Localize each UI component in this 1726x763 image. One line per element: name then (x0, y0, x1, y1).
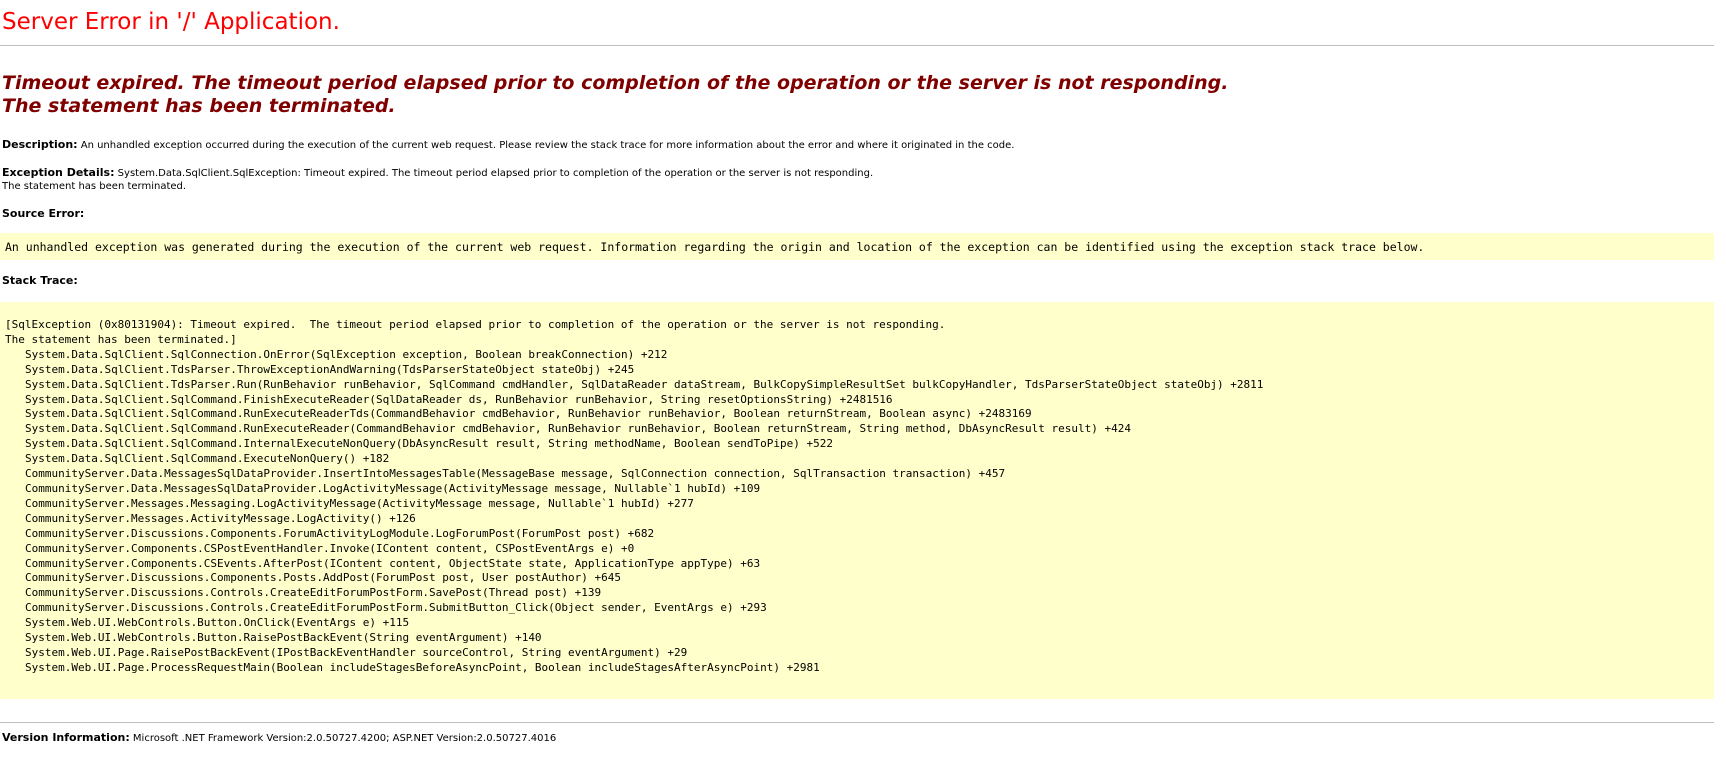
stack-frame: System.Data.SqlClient.SqlCommand.FinishE… (25, 392, 893, 406)
version-information-label: Version Information: (2, 731, 130, 744)
stack-trace-text: [SqlException (0x80131904): Timeout expi… (0, 302, 1714, 676)
source-error-section: Source Error: (2, 207, 84, 221)
source-error-box: An unhandled exception was generated dur… (0, 233, 1714, 260)
stack-frame: CommunityServer.Components.CSEvents.Afte… (25, 556, 761, 570)
description-text: An unhandled exception occurred during t… (80, 140, 1015, 151)
exception-details-section: Exception Details: System.Data.SqlClient… (2, 166, 873, 193)
version-information: Version Information: Microsoft .NET Fram… (2, 731, 556, 745)
exception-details-text: System.Data.SqlClient.SqlException: Time… (117, 168, 874, 179)
stack-frame: CommunityServer.Components.CSPostEventHa… (25, 541, 635, 555)
version-divider (0, 722, 1714, 723)
stack-trace-box: [SqlException (0x80131904): Timeout expi… (0, 302, 1714, 699)
stack-frame: System.Web.UI.WebControls.Button.RaisePo… (25, 631, 542, 645)
stack-frame: System.Data.SqlClient.SqlCommand.Execute… (25, 452, 390, 466)
error-message-line-2: The statement has been terminated. (2, 95, 396, 117)
page-title: Server Error in '/' Application. (2, 9, 340, 35)
source-error-text: An unhandled exception was generated dur… (5, 240, 1425, 254)
stack-frame: CommunityServer.Discussions.Components.P… (25, 571, 622, 585)
stack-frame: System.Data.SqlClient.TdsParser.Run(RunB… (25, 377, 1264, 391)
stack-frame: System.Data.SqlClient.SqlConnection.OnEr… (25, 347, 668, 361)
stack-frame: CommunityServer.Discussions.Controls.Cre… (25, 601, 767, 615)
title-divider (0, 45, 1714, 46)
stack-frame: CommunityServer.Data.MessagesSqlDataProv… (25, 481, 761, 495)
stack-frame: CommunityServer.Data.MessagesSqlDataProv… (25, 467, 1006, 481)
description-label: Description: (2, 138, 78, 151)
stack-trace-label: Stack Trace: (2, 274, 78, 287)
stack-trace-header-line-1: [SqlException (0x80131904): Timeout expi… (5, 318, 946, 331)
stack-frame: CommunityServer.Discussions.Controls.Cre… (25, 586, 602, 600)
source-error-label: Source Error: (2, 207, 85, 220)
error-message: Timeout expired. The timeout period elap… (2, 72, 1228, 118)
stack-trace-header-line-2: The statement has been terminated.] (5, 332, 237, 346)
error-message-line-1: Timeout expired. The timeout period elap… (2, 72, 1229, 94)
exception-details-text-2: The statement has been terminated. (2, 181, 187, 192)
stack-frame: System.Data.SqlClient.SqlCommand.RunExec… (25, 407, 1032, 421)
stack-frame: System.Web.UI.WebControls.Button.OnClick… (25, 616, 410, 630)
exception-details-label: Exception Details: (2, 166, 115, 179)
stack-frame: System.Web.UI.Page.ProcessRequestMain(Bo… (25, 660, 820, 674)
stack-frame: System.Data.SqlClient.TdsParser.ThrowExc… (25, 362, 635, 376)
stack-frame: CommunityServer.Messages.Messaging.LogAc… (25, 496, 694, 510)
stack-frame: CommunityServer.Discussions.Components.F… (25, 526, 655, 540)
stack-frame: System.Data.SqlClient.SqlCommand.Interna… (25, 437, 833, 451)
stack-trace-section: Stack Trace: (2, 274, 78, 288)
stack-frame: System.Data.SqlClient.SqlCommand.RunExec… (25, 422, 1131, 436)
version-information-text: Microsoft .NET Framework Version:2.0.507… (132, 733, 557, 744)
description-section: Description: An unhandled exception occu… (2, 138, 1014, 152)
stack-frame: CommunityServer.Messages.ActivityMessage… (25, 511, 416, 525)
stack-frame: System.Web.UI.Page.RaisePostBackEvent(IP… (25, 645, 688, 659)
